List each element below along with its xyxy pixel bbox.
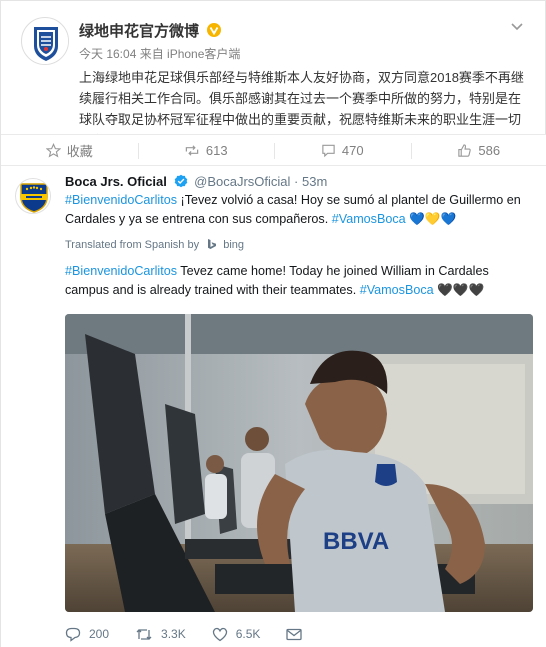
direct-message-button[interactable] <box>286 628 310 641</box>
tweet-like-count: 6.5K <box>235 627 261 641</box>
like-count: 586 <box>478 142 501 158</box>
translated-emoji: 🖤🖤🖤 <box>433 283 485 297</box>
favorite-button[interactable]: 收藏 <box>1 135 138 165</box>
translation-credit: Translated from Spanish by bing <box>65 238 244 251</box>
chevron-down-icon[interactable] <box>509 19 525 33</box>
comment-button[interactable]: 470 <box>274 135 411 165</box>
retweet-count: 3.3K <box>161 627 186 641</box>
translated-tweet-text: #BienvenidoCarlitos Tevez came home! Tod… <box>65 262 531 300</box>
envelope-icon <box>286 628 303 640</box>
translator-name: bing <box>223 239 245 251</box>
translated-label: Translated from Spanish by <box>65 239 200 251</box>
hashtag-link[interactable]: #VamosBoca <box>332 212 406 226</box>
tweet-like-button[interactable]: 6.5K <box>212 627 261 642</box>
tweet-separator: · <box>294 174 299 189</box>
hashtag-link[interactable]: #BienvenidoCarlitos <box>65 193 177 207</box>
comment-icon <box>322 144 335 157</box>
tweet-text: #BienvenidoCarlitos ¡Tevez volvió a casa… <box>65 191 531 229</box>
reply-icon <box>65 627 81 642</box>
shenhua-avatar[interactable] <box>21 17 69 65</box>
retweet-icon <box>136 628 152 640</box>
weibo-account-name[interactable]: 绿地申花官方微博 <box>79 20 222 41</box>
post-card: 绿地申花官方微博 今天 16:04 来自 iPhone客户端 上海绿地申花足球俱… <box>0 0 546 647</box>
favorite-label: 收藏 <box>66 143 93 159</box>
weibo-header: 绿地申花官方微博 今天 16:04 来自 iPhone客户端 <box>21 17 531 67</box>
tweet-photo[interactable]: BBVA <box>65 314 533 612</box>
boca-avatar[interactable] <box>15 178 51 214</box>
tweet-action-bar: 200 3.3K 6.5K <box>65 624 336 644</box>
reply-button[interactable]: 200 <box>65 627 109 642</box>
tweet-handle[interactable]: @BocaJrsOficial <box>194 174 290 189</box>
star-icon <box>45 142 61 157</box>
heart-icon <box>212 627 227 641</box>
tweet-time[interactable]: 53m <box>302 174 327 189</box>
account-name-text[interactable]: 绿地申花官方微博 <box>79 23 199 40</box>
boca-crest-icon <box>20 183 48 213</box>
repost-count: 613 <box>205 142 228 158</box>
verified-badge-icon <box>174 174 187 188</box>
tweet-display-name[interactable]: Boca Jrs. Oficial <box>65 174 167 189</box>
like-button[interactable]: 586 <box>410 135 546 165</box>
reply-count: 200 <box>89 627 110 641</box>
comment-count: 470 <box>341 142 364 158</box>
shenhua-logo-icon <box>23 19 68 64</box>
verified-v-icon <box>207 23 222 37</box>
hashtag-link[interactable]: #BienvenidoCarlitos <box>65 264 177 278</box>
repost-icon <box>185 144 199 156</box>
embedded-tweet: Boca Jrs. Oficial @BocaJrsOficial · 53m … <box>1 166 546 647</box>
retweet-button[interactable]: 3.3K <box>135 627 186 642</box>
tweet-header: Boca Jrs. Oficial @BocaJrsOficial · 53m <box>65 174 327 189</box>
thumbs-up-icon <box>458 143 472 157</box>
repost-button[interactable]: 613 <box>137 135 275 165</box>
bing-logo-icon <box>208 239 217 249</box>
gym-treadmill-photo: BBVA <box>65 314 533 612</box>
tweet-emoji: 💙💛💙 <box>405 212 457 226</box>
weibo-action-bar: 收藏 613 470 586 <box>1 134 546 166</box>
hashtag-link[interactable]: #VamosBoca <box>360 283 434 297</box>
post-meta: 今天 16:04 来自 iPhone客户端 <box>79 47 241 61</box>
jersey-sponsor-text: BBVA <box>323 528 389 555</box>
